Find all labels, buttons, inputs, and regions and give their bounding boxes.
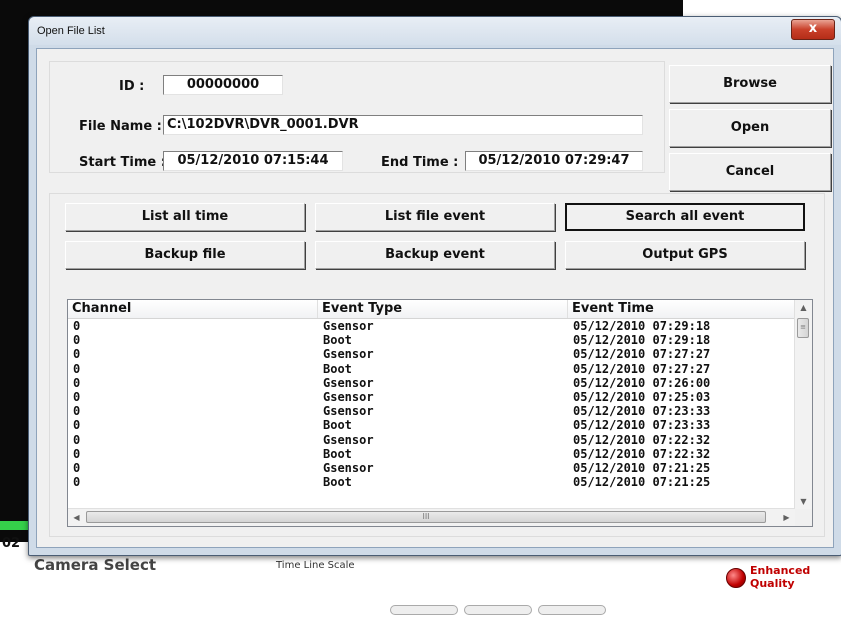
cell-channel: 0 [73, 361, 81, 376]
record-dot-icon [726, 568, 746, 588]
cell-event-time: 05/12/2010 07:23:33 [573, 418, 711, 433]
table-row[interactable]: 0 Gsensor 05/12/2010 07:26:00 [68, 376, 795, 390]
dialog-client-area: ID : 00000000 File Name : C:\102DVR\DVR_… [36, 48, 834, 548]
timeline-scale-label: Time Line Scale [276, 560, 355, 571]
horizontal-scrollbar[interactable]: ◀ III ▶ [68, 508, 795, 526]
table-row[interactable]: 0 Gsensor 05/12/2010 07:25:03 [68, 390, 795, 404]
browse-button[interactable]: Browse [669, 65, 831, 103]
file-name-label: File Name : [79, 119, 162, 134]
scrollbar-corner [795, 509, 812, 526]
enhanced-quality-toggle[interactable]: Enhanced Quality [690, 560, 841, 604]
list-rows: 0 Gsensor 05/12/2010 07:29:18 0 Boot 05/12/20… [68, 319, 795, 489]
output-gps-button[interactable]: Output GPS [565, 241, 805, 269]
table-row[interactable]: 0 Gsensor 05/12/2010 07:29:18 [68, 319, 795, 333]
cell-event-type: Gsensor [323, 404, 374, 419]
table-row[interactable]: 0 Boot 05/12/2010 07:29:18 [68, 333, 795, 347]
column-header-event-type[interactable]: Event Type [318, 300, 568, 318]
column-header-event-time[interactable]: Event Time [568, 300, 795, 318]
backup-event-button[interactable]: Backup event [315, 241, 555, 269]
column-header-channel[interactable]: Channel [68, 300, 318, 318]
cell-event-type: Boot [323, 418, 352, 433]
cell-event-type: Boot [323, 446, 352, 461]
cell-channel: 0 [73, 347, 81, 362]
backup-file-button[interactable]: Backup file [65, 241, 305, 269]
open-file-list-dialog: Open File List x ID : 00000000 File Name… [28, 16, 841, 556]
cell-event-type: Boot [323, 333, 352, 348]
cell-channel: 0 [73, 446, 81, 461]
cell-event-type: Boot [323, 361, 352, 376]
bottom-tab[interactable] [464, 605, 532, 615]
cell-channel: 0 [73, 475, 81, 490]
cell-event-time: 05/12/2010 07:22:32 [573, 432, 711, 447]
cell-event-type: Gsensor [323, 460, 374, 475]
cell-channel: 0 [73, 460, 81, 475]
search-all-event-button[interactable]: Search all event [565, 203, 805, 231]
table-row[interactable]: 0 Gsensor 05/12/2010 07:23:33 [68, 404, 795, 418]
cell-channel: 0 [73, 432, 81, 447]
list-all-time-button[interactable]: List all time [65, 203, 305, 231]
id-field[interactable]: 00000000 [163, 75, 283, 95]
cell-event-time: 05/12/2010 07:29:18 [573, 319, 711, 333]
id-label: ID : [119, 79, 145, 94]
background-bottom-tabs [390, 600, 690, 615]
dialog-title: Open File List [37, 25, 105, 37]
cell-event-type: Gsensor [323, 319, 374, 333]
cell-channel: 0 [73, 375, 81, 390]
start-time-field[interactable]: 05/12/2010 07:15:44 [163, 151, 343, 171]
cell-event-time: 05/12/2010 07:27:27 [573, 347, 711, 362]
cell-event-time: 05/12/2010 07:21:25 [573, 475, 711, 490]
background-timecode: 02 [2, 536, 21, 551]
event-list-view[interactable]: Channel Event Type Event Time 0 Gsensor 05… [67, 299, 813, 527]
cell-event-time: 05/12/2010 07:29:18 [573, 333, 711, 348]
end-time-label: End Time : [381, 155, 459, 170]
cell-event-time: 05/12/2010 07:27:27 [573, 361, 711, 376]
list-header: Channel Event Type Event Time [68, 300, 795, 319]
vertical-scrollbar[interactable]: ▲ ≡ ▼ [794, 300, 812, 510]
cell-event-type: Gsensor [323, 432, 374, 447]
scroll-left-icon[interactable]: ◀ [68, 509, 85, 526]
table-row[interactable]: 0 Gsensor 05/12/2010 07:21:25 [68, 461, 795, 475]
table-row[interactable]: 0 Gsensor 05/12/2010 07:22:32 [68, 433, 795, 447]
open-button[interactable]: Open [669, 109, 831, 147]
bottom-tab[interactable] [538, 605, 606, 615]
file-name-field[interactable]: C:\102DVR\DVR_0001.DVR [163, 115, 643, 135]
close-button[interactable]: x [791, 19, 835, 40]
cancel-button[interactable]: Cancel [669, 153, 831, 191]
cell-event-time: 05/12/2010 07:22:32 [573, 446, 711, 461]
bottom-tab[interactable] [390, 605, 458, 615]
cell-event-time: 05/12/2010 07:21:25 [573, 460, 711, 475]
cell-event-type: Boot [323, 475, 352, 490]
cell-event-type: Gsensor [323, 389, 374, 404]
scroll-up-icon[interactable]: ▲ [795, 300, 812, 316]
cell-event-time: 05/12/2010 07:23:33 [573, 404, 711, 419]
vertical-scroll-thumb[interactable]: ≡ [797, 318, 809, 338]
close-icon: x [808, 21, 818, 36]
table-row[interactable]: 0 Boot 05/12/2010 07:27:27 [68, 362, 795, 376]
start-time-label: Start Time : [79, 155, 166, 170]
enhanced-quality-label: Enhanced Quality [750, 564, 811, 590]
table-row[interactable]: 0 Boot 05/12/2010 07:22:32 [68, 447, 795, 461]
cell-event-type: Gsensor [323, 375, 374, 390]
cell-event-time: 05/12/2010 07:26:00 [573, 375, 711, 390]
cell-channel: 0 [73, 319, 81, 333]
cell-event-time: 05/12/2010 07:25:03 [573, 389, 711, 404]
table-row[interactable]: 0 Boot 05/12/2010 07:23:33 [68, 418, 795, 432]
scroll-right-icon[interactable]: ▶ [778, 509, 795, 526]
cell-channel: 0 [73, 404, 81, 419]
cell-channel: 0 [73, 333, 81, 348]
camera-select-label: Camera Select [34, 556, 157, 574]
cell-channel: 0 [73, 389, 81, 404]
dialog-titlebar[interactable]: Open File List x [29, 17, 841, 45]
scroll-down-icon[interactable]: ▼ [795, 494, 812, 510]
end-time-field[interactable]: 05/12/2010 07:29:47 [465, 151, 643, 171]
table-row[interactable]: 0 Boot 05/12/2010 07:21:25 [68, 475, 795, 489]
cell-event-type: Gsensor [323, 347, 374, 362]
horizontal-scroll-thumb[interactable]: III [86, 511, 766, 523]
table-row[interactable]: 0 Gsensor 05/12/2010 07:27:27 [68, 347, 795, 361]
cell-channel: 0 [73, 418, 81, 433]
list-file-event-button[interactable]: List file event [315, 203, 555, 231]
